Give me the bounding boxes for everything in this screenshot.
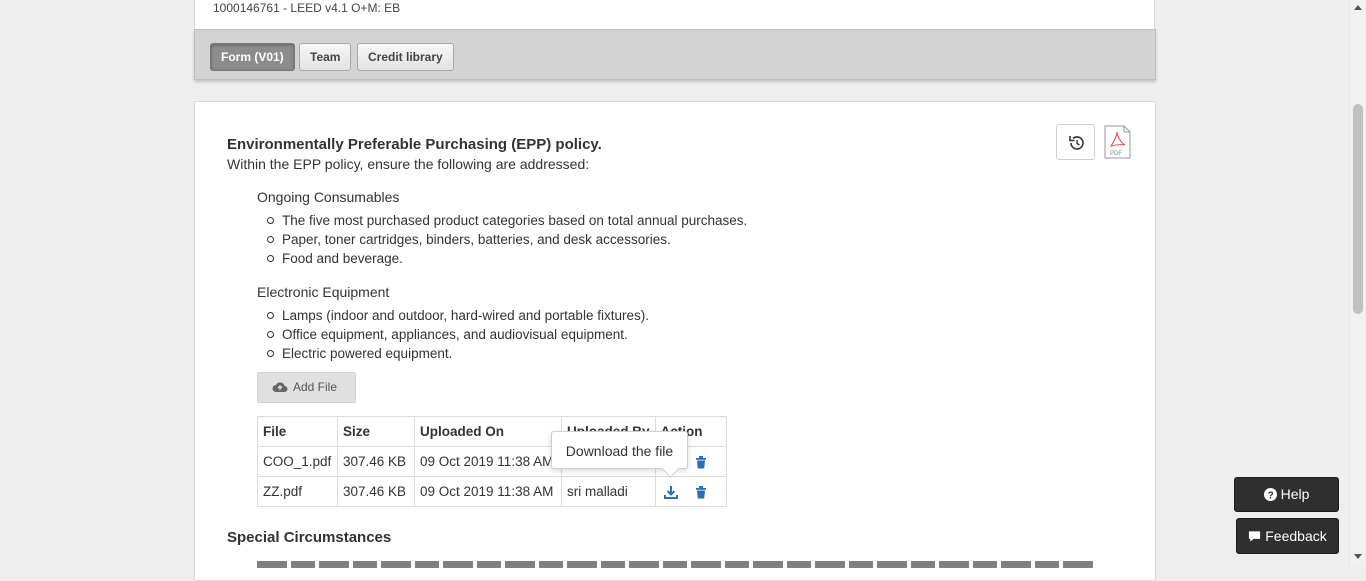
feedback-label: Feedback xyxy=(1265,528,1327,544)
help-button[interactable]: ? Help xyxy=(1234,477,1339,512)
svg-text:PDF: PDF xyxy=(1110,151,1122,157)
help-label: Help xyxy=(1280,486,1310,502)
column-size: Size xyxy=(337,416,415,447)
scrollbar-thumb[interactable] xyxy=(1353,104,1363,314)
list-item: Lamps (indoor and outdoor, hard-wired an… xyxy=(267,306,649,325)
download-icon[interactable] xyxy=(663,484,679,500)
uploaded-on: 09 Oct 2019 11:38 AM xyxy=(414,476,562,507)
trash-icon[interactable] xyxy=(693,454,709,470)
project-id: 1000146761 - LEED v4.1 O+M: EB xyxy=(213,1,401,15)
uploaded-on: 09 Oct 2019 11:38 AM xyxy=(414,446,562,477)
comment-icon xyxy=(1249,531,1261,542)
file-name[interactable]: COO_1.pdf xyxy=(257,446,338,477)
table-row: ZZ.pdf 307.46 KB 09 Oct 2019 11:38 AM sr… xyxy=(257,476,727,507)
list-item: Office equipment, appliances, and audiov… xyxy=(267,325,649,344)
scroll-down-icon[interactable] xyxy=(1354,554,1362,559)
uploaded-by: sri malladi xyxy=(561,476,656,507)
list-item: Paper, toner cartridges, binders, batter… xyxy=(267,230,747,249)
pdf-file-icon[interactable]: PDF xyxy=(1104,124,1132,160)
tab-credit-library[interactable]: Credit library xyxy=(357,43,454,71)
page-scrollbar[interactable] xyxy=(1349,0,1366,564)
row-actions xyxy=(654,476,727,507)
feedback-button[interactable]: Feedback xyxy=(1236,518,1339,554)
download-tooltip: Download the file xyxy=(551,431,688,469)
svg-text:?: ? xyxy=(1267,491,1273,502)
cloud-upload-icon xyxy=(272,382,288,392)
list-item: The five most purchased product categori… xyxy=(267,211,747,230)
group-label-consumables: Ongoing Consumables xyxy=(257,189,400,205)
list-item: Electric powered equipment. xyxy=(267,344,649,363)
special-circumstances-title: Special Circumstances xyxy=(227,529,392,546)
file-size: 307.46 KB xyxy=(337,476,415,507)
history-icon xyxy=(1069,136,1084,150)
section-title: Environmentally Preferable Purchasing (E… xyxy=(227,136,602,153)
add-file-label: Add File xyxy=(293,380,338,394)
file-name[interactable]: ZZ.pdf xyxy=(257,476,338,507)
group-label-electronics: Electronic Equipment xyxy=(257,284,390,300)
column-file: File xyxy=(257,416,338,447)
tab-form[interactable]: Form (V01) xyxy=(210,43,295,71)
add-file-button[interactable]: Add File xyxy=(257,372,356,403)
column-uploaded-on: Uploaded On xyxy=(414,416,562,447)
scroll-up-icon[interactable] xyxy=(1354,5,1362,10)
list-item: Food and beverage. xyxy=(267,249,747,268)
project-header: 1000146761 - LEED v4.1 O+M: EB xyxy=(194,0,1155,30)
tab-team[interactable]: Team xyxy=(299,43,352,71)
credit-form-card: Environmentally Preferable Purchasing (E… xyxy=(194,101,1156,581)
history-button[interactable] xyxy=(1056,124,1095,160)
question-circle-icon: ? xyxy=(1263,488,1277,502)
trash-icon[interactable] xyxy=(693,484,709,500)
tab-bar: Form (V01) Team Credit library xyxy=(194,29,1156,80)
electronics-list: Lamps (indoor and outdoor, hard-wired an… xyxy=(267,306,649,363)
consumables-list: The five most purchased product categori… xyxy=(267,211,747,268)
section-intro: Within the EPP policy, ensure the follow… xyxy=(227,156,590,172)
file-size: 307.46 KB xyxy=(337,446,415,477)
